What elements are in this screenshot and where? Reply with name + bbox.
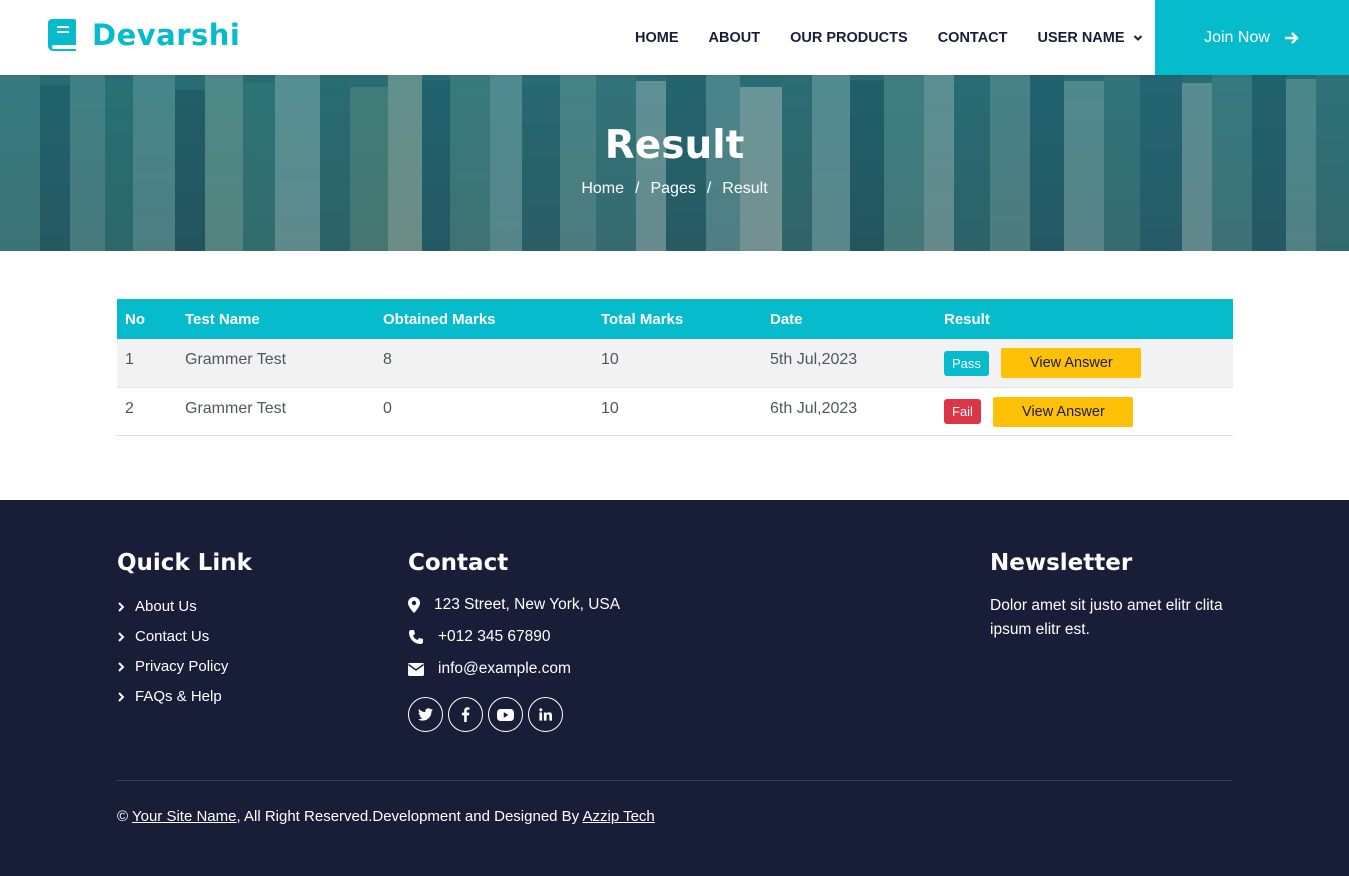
view-answer-button[interactable]: View Answer bbox=[993, 396, 1134, 427]
site-name-link[interactable]: Your Site Name bbox=[132, 808, 237, 825]
results-table: No Test Name Obtained Marks Total Marks … bbox=[117, 299, 1233, 436]
twitter-icon[interactable] bbox=[408, 697, 443, 732]
nav-contact[interactable]: CONTACT bbox=[938, 30, 1008, 46]
table-row: 2 Grammer Test 0 10 6th Jul,2023 Fail Vi… bbox=[117, 387, 1233, 436]
table-row: 1 Grammer Test 8 10 5th Jul,2023 Pass Vi… bbox=[117, 339, 1233, 388]
header-total-marks: Total Marks bbox=[593, 299, 762, 339]
cell-date: 6th Jul,2023 bbox=[762, 387, 936, 436]
contact-address: 123 Street, New York, USA bbox=[408, 596, 620, 614]
cell-date: 5th Jul,2023 bbox=[762, 339, 936, 388]
quick-link-heading: Quick Link bbox=[117, 550, 252, 576]
nav-home[interactable]: HOME bbox=[635, 30, 679, 46]
chevron-right-icon bbox=[118, 661, 125, 672]
phone-icon bbox=[409, 630, 423, 644]
youtube-icon[interactable] bbox=[488, 697, 523, 732]
cell-obtained-marks: 0 bbox=[375, 387, 593, 436]
breadcrumb-separator: / bbox=[635, 180, 640, 197]
cell-obtained-marks: 8 bbox=[375, 339, 593, 388]
footer: Quick Link About Us Contact Us Privacy P… bbox=[0, 500, 1349, 876]
footer-link-label: Contact Us bbox=[135, 628, 210, 645]
footer-link-faqs-help[interactable]: FAQs & Help bbox=[117, 688, 222, 705]
nav-about[interactable]: ABOUT bbox=[709, 30, 761, 46]
view-answer-button[interactable]: View Answer bbox=[1001, 348, 1142, 378]
footer-link-about-us[interactable]: About Us bbox=[117, 598, 197, 615]
cell-test-name: Grammer Test bbox=[177, 387, 375, 436]
navbar: Devarshi HOME ABOUT OUR PRODUCTS CONTACT… bbox=[0, 0, 1349, 75]
map-marker-icon bbox=[408, 597, 420, 613]
header-test-name: Test Name bbox=[177, 299, 375, 339]
header-no: No bbox=[117, 299, 177, 339]
newsletter-text: Dolor amet sit justo amet elitr clita ip… bbox=[990, 597, 1223, 638]
chevron-right-icon bbox=[118, 601, 125, 612]
join-now-button[interactable]: Join Now bbox=[1155, 0, 1349, 75]
footer-link-privacy-policy[interactable]: Privacy Policy bbox=[117, 658, 228, 675]
cell-test-name: Grammer Test bbox=[177, 339, 375, 388]
chevron-down-icon bbox=[1133, 34, 1142, 41]
book-icon bbox=[48, 19, 76, 51]
facebook-icon[interactable] bbox=[448, 697, 483, 732]
header-result: Result bbox=[936, 299, 1233, 339]
fail-badge: Fail bbox=[944, 399, 981, 424]
envelope-icon bbox=[408, 662, 424, 676]
breadcrumb-pages[interactable]: Pages bbox=[650, 180, 695, 198]
header-date: Date bbox=[762, 299, 936, 339]
nav-our-products[interactable]: OUR PRODUCTS bbox=[790, 30, 908, 46]
copyright-text: , All Right Reserved.Development and Des… bbox=[236, 808, 580, 825]
header-obtained-marks: Obtained Marks bbox=[375, 299, 593, 339]
breadcrumb: Home / Pages / Result bbox=[0, 180, 1349, 198]
linkedin-icon[interactable] bbox=[528, 697, 563, 732]
nav-menu: HOME ABOUT OUR PRODUCTS CONTACT USER NAM… bbox=[635, 0, 1173, 75]
address-text: 123 Street, New York, USA bbox=[434, 596, 621, 613]
footer-link-label: About Us bbox=[135, 598, 197, 615]
arrow-right-icon bbox=[1284, 31, 1299, 44]
breadcrumb-current: Result bbox=[722, 180, 768, 197]
user-name-label: USER NAME bbox=[1037, 29, 1125, 46]
page-header-banner: Result Home / Pages / Result bbox=[0, 75, 1349, 251]
brand-logo[interactable]: Devarshi bbox=[48, 18, 240, 52]
cell-no: 2 bbox=[117, 387, 177, 436]
cell-no: 1 bbox=[117, 339, 177, 388]
chevron-right-icon bbox=[118, 691, 125, 702]
cell-total-marks: 10 bbox=[593, 387, 762, 436]
contact-email: info@example.com bbox=[408, 660, 571, 678]
breadcrumb-home[interactable]: Home bbox=[581, 180, 624, 198]
cell-total-marks: 10 bbox=[593, 339, 762, 388]
cell-result: Fail View Answer bbox=[936, 387, 1233, 436]
contact-heading: Contact bbox=[408, 550, 509, 576]
social-links bbox=[408, 697, 568, 732]
join-now-label: Join Now bbox=[1204, 28, 1270, 46]
phone-text: +012 345 67890 bbox=[438, 628, 551, 645]
newsletter-heading: Newsletter bbox=[990, 550, 1133, 576]
footer-link-contact-us[interactable]: Contact Us bbox=[117, 628, 209, 645]
page-title: Result bbox=[604, 123, 745, 168]
copyright: © Your Site Name, All Right Reserved.Dev… bbox=[117, 808, 655, 825]
chevron-right-icon bbox=[118, 631, 125, 642]
brand-name: Devarshi bbox=[92, 18, 241, 52]
contact-phone: +012 345 67890 bbox=[408, 628, 551, 646]
footer-link-label: Privacy Policy bbox=[135, 658, 229, 675]
copyright-symbol: © bbox=[117, 808, 129, 825]
footer-link-label: FAQs & Help bbox=[135, 688, 222, 705]
footer-divider bbox=[117, 780, 1233, 781]
email-text: info@example.com bbox=[438, 660, 571, 677]
table-header: No Test Name Obtained Marks Total Marks … bbox=[117, 299, 1233, 339]
designer-link[interactable]: Azzip Tech bbox=[583, 808, 655, 825]
nav-user-name-dropdown[interactable]: USER NAME bbox=[1038, 30, 1143, 46]
breadcrumb-separator: / bbox=[706, 180, 712, 197]
cell-result: Pass View Answer bbox=[936, 339, 1233, 388]
pass-badge: Pass bbox=[944, 350, 989, 376]
